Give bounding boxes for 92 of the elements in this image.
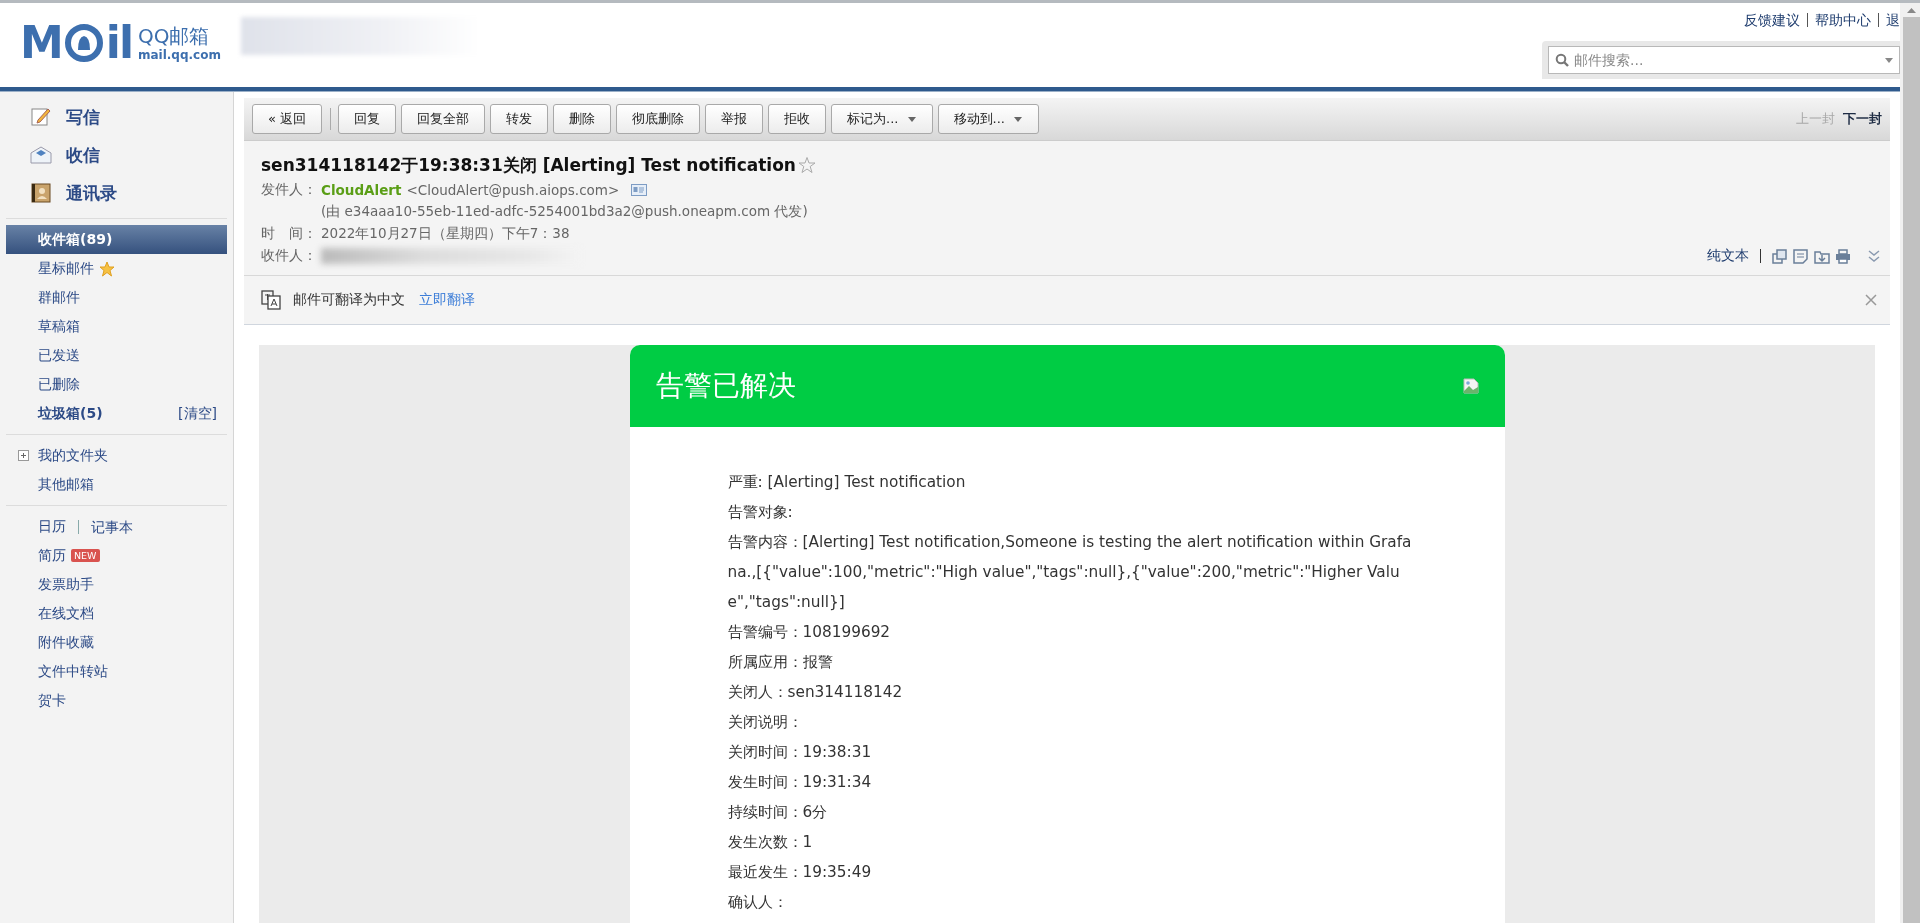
toolbar-button[interactable]: 彻底删除 [616, 104, 701, 134]
download-folder-icon[interactable] [1814, 248, 1830, 264]
bell-circle-icon [63, 23, 104, 63]
sidebar-action[interactable]: 收信 [0, 136, 233, 174]
field-label: 时 间： [261, 225, 318, 243]
toolbar-button[interactable]: 转发 [490, 104, 549, 134]
logo-name: QQ邮箱 [137, 24, 211, 48]
envelope-icon [30, 144, 52, 166]
tool-link[interactable]: 附件收藏 [38, 633, 94, 652]
tool-link[interactable]: 发票助手 [38, 575, 94, 594]
toolbar-button[interactable]: 删除 [553, 104, 612, 134]
print-icon[interactable] [1835, 248, 1851, 264]
toolbar-button[interactable]: « 返回 [252, 104, 323, 134]
toolbar-button[interactable]: 标记为... [831, 104, 933, 134]
tool-link[interactable]: 简历 [38, 546, 66, 565]
toolbar-button[interactable]: 回复全部 [401, 104, 486, 134]
plain-text-link[interactable]: 纯文本 [1707, 247, 1749, 265]
pencil-notepad-icon [30, 106, 52, 128]
folder-label[interactable]: 已删除 [38, 375, 80, 394]
alert-field: 告警内容：[Alerting] Test notification,Someone is testing the alert notification within Grafana.,[{"value":100,"metric":"High value","tags":null},{"value":200,"metric":"Higher Value","tags":null}] [727, 527, 1421, 617]
folder-item[interactable]: 收件箱(89) [6, 225, 227, 254]
folder-label[interactable]: 星标邮件 [38, 259, 94, 278]
alert-field: 严重: [Alerting] Test notification [727, 467, 1421, 497]
address-book-icon [30, 182, 52, 204]
toolbar-button[interactable]: 拒收 [768, 104, 827, 134]
alert-field: 确认人： [727, 887, 1421, 917]
folder-label[interactable]: 草稿箱 [38, 317, 80, 336]
folder-item[interactable]: 垃圾箱(5) [清空] [6, 399, 227, 428]
scrollbar[interactable] [1900, 3, 1920, 923]
new-badge: NEW [71, 549, 100, 562]
sidebar-action[interactable]: 写信 [0, 98, 233, 136]
empty-link[interactable]: [清空] [178, 404, 217, 423]
search-field[interactable]: 邮件搜索... [1548, 46, 1900, 74]
folder-item[interactable]: 已发送 [6, 341, 227, 370]
folder-label[interactable]: 垃圾箱(5) [38, 404, 103, 423]
tool-link[interactable]: 贺卡 [38, 691, 66, 710]
toolbar-button[interactable]: 举报 [705, 104, 764, 134]
toolbar-button[interactable]: 移动到... [937, 104, 1039, 134]
folder-item[interactable]: 其他邮箱 [38, 475, 94, 494]
proxy-sender: (由 e34aaa10-55eb-11ed-adfc-5254001bd3a2@push.oneapm.com 代发) [321, 203, 808, 221]
caret-icon [906, 115, 917, 123]
mail-time: 2022年10月27日（星期四）下午7：38 [321, 225, 570, 243]
alert-field: 关闭时间：19:38:31 [727, 737, 1421, 767]
field-label: 发件人： [261, 181, 318, 199]
mail-subject: sen314118142于19:38:31关闭 [Alerting] Test notification [261, 153, 796, 177]
tool-link[interactable]: 日历 [38, 517, 66, 536]
translate-icon [261, 290, 281, 310]
card-title: 告警已解决 [655, 368, 796, 404]
expand-plus-icon[interactable] [18, 450, 29, 461]
translate-prompt: 邮件可翻译为中文 [293, 291, 405, 309]
folder-item[interactable]: 群邮件 [6, 283, 227, 312]
alert-field: 关闭说明： [727, 707, 1421, 737]
caret-icon [1012, 115, 1023, 123]
folder-label[interactable]: 收件箱(89) [38, 230, 113, 249]
scroll-up-icon [1903, 3, 1920, 17]
note-icon[interactable] [1793, 248, 1809, 264]
header-link[interactable]: 帮助中心 [1807, 13, 1878, 27]
alert-field: 告警对象: [727, 497, 1421, 527]
folder-item[interactable]: 已删除 [6, 370, 227, 399]
tool-link[interactable]: 文件中转站 [38, 662, 108, 681]
star-icon [99, 260, 115, 277]
alert-field: 发生时间：19:31:34 [727, 767, 1421, 797]
new-window-icon[interactable] [1772, 248, 1788, 264]
alert-field: 告警编号：108199692 [727, 617, 1421, 647]
close-icon[interactable] [1864, 293, 1878, 307]
folder-item[interactable]: 草稿箱 [6, 312, 227, 341]
tool-link[interactable]: 记事本 [78, 519, 133, 534]
sidebar-action[interactable]: 通讯录 [0, 174, 233, 212]
tool-link[interactable]: 在线文档 [38, 604, 94, 623]
alert-field: 持续时间：6分 [727, 797, 1421, 827]
sender-address: <CloudAlert@push.aiops.com> [406, 182, 620, 198]
field-label: 收件人： [261, 247, 318, 265]
logo-domain: mail.qq.com [137, 48, 221, 62]
alert-field: 最近发生：19:35:49 [727, 857, 1421, 887]
toolbar-button[interactable]: 回复 [338, 104, 397, 134]
header-link[interactable]: 反馈建议 [1737, 13, 1807, 27]
alert-field: 所属应用：报警 [727, 647, 1421, 677]
alert-field: 发生次数：1 [727, 827, 1421, 857]
folder-label[interactable]: 群邮件 [38, 288, 80, 307]
dropdown-caret-icon [1884, 56, 1894, 64]
folder-item[interactable]: 我的文件夹 [38, 446, 108, 465]
nav-link[interactable]: 下一封 [1843, 110, 1882, 128]
contact-card-icon [631, 184, 648, 196]
folder-label[interactable]: 已发送 [38, 346, 80, 365]
folder-item[interactable]: 星标邮件 [6, 254, 227, 283]
logo-letter: il [105, 21, 132, 65]
expand-chevron-icon[interactable] [1866, 248, 1882, 264]
logo-letter: M [20, 21, 62, 65]
translate-link[interactable]: 立即翻译 [419, 291, 475, 309]
alert-field: 关闭人：sen314118142 [727, 677, 1421, 707]
broken-image-icon [1462, 378, 1479, 394]
star-icon[interactable] [797, 156, 816, 174]
